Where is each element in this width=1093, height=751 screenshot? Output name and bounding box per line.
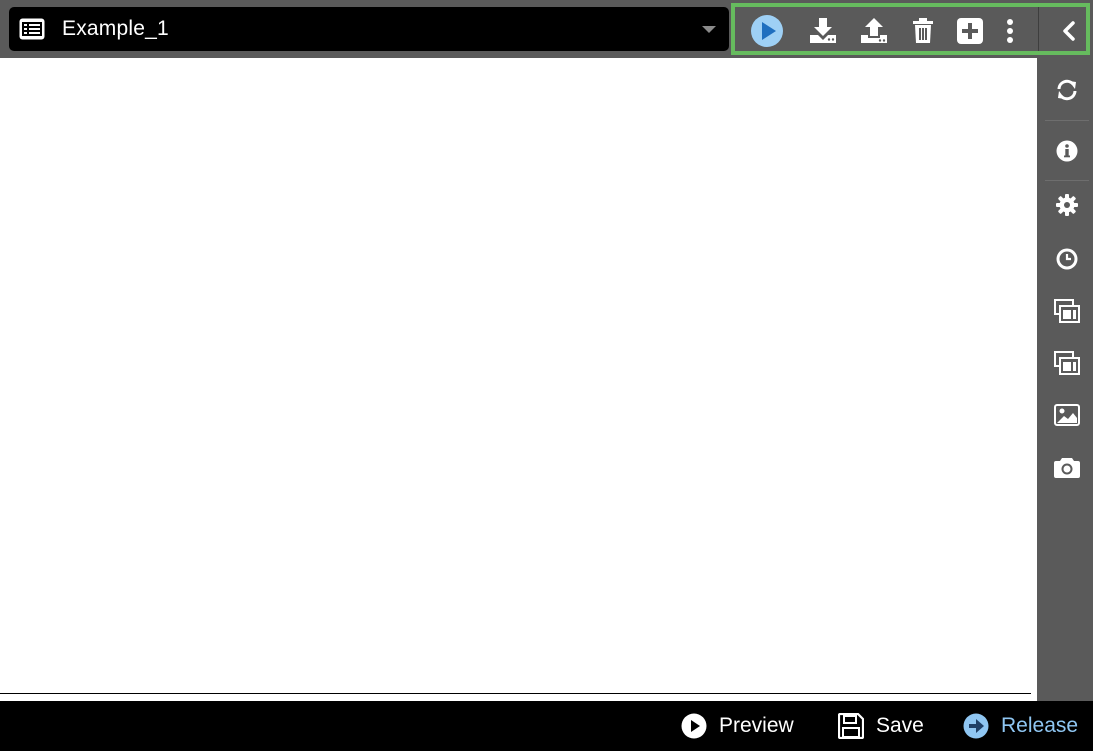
- preview-label: Preview: [719, 714, 794, 737]
- info-icon: [1056, 140, 1078, 162]
- refresh-icon: [1057, 79, 1077, 101]
- release-label: Release: [1001, 714, 1079, 737]
- action-toolbar: [731, 3, 1090, 55]
- sidebar-item-refresh[interactable]: [1045, 67, 1089, 113]
- play-circle-icon: [681, 713, 707, 739]
- clock-icon: [1056, 248, 1078, 270]
- more-button[interactable]: [992, 13, 1028, 49]
- upload-button[interactable]: [856, 13, 892, 49]
- right-sidebar: [1037, 58, 1093, 701]
- sidebar-item-history[interactable]: [1045, 236, 1089, 282]
- window-layout-icon: [1054, 351, 1080, 375]
- design-canvas[interactable]: [0, 58, 1037, 701]
- trash-icon: [913, 18, 933, 43]
- top-bar: Example_1: [0, 0, 1093, 58]
- sidebar-item-info[interactable]: [1045, 128, 1089, 174]
- upload-icon: [861, 18, 887, 43]
- sidebar-item-settings[interactable]: [1045, 182, 1089, 228]
- caret-down-icon[interactable]: [701, 25, 717, 35]
- sidebar-item-layout-2[interactable]: [1045, 340, 1089, 386]
- save-label: Save: [876, 714, 924, 737]
- arrow-right-circle-icon: [963, 713, 989, 739]
- plus-square-icon: [957, 18, 983, 44]
- sidebar-item-image[interactable]: [1045, 392, 1089, 438]
- vertical-ellipsis-icon: [1007, 19, 1013, 43]
- add-button[interactable]: [952, 13, 988, 49]
- sidebar-item-snapshot[interactable]: [1045, 444, 1089, 490]
- window-layout-icon: [1054, 299, 1080, 323]
- image-icon: [1054, 404, 1080, 426]
- save-button[interactable]: Save: [838, 701, 924, 751]
- collapse-button[interactable]: [1051, 13, 1087, 49]
- chevron-left-icon: [1063, 21, 1075, 41]
- camera-icon: [1054, 458, 1080, 478]
- list-icon: [19, 18, 45, 40]
- delete-button[interactable]: [905, 13, 941, 49]
- release-button[interactable]: Release: [963, 701, 1078, 751]
- document-title: Example_1: [62, 17, 169, 40]
- download-button[interactable]: [805, 13, 841, 49]
- gear-icon: [1056, 194, 1078, 216]
- preview-button[interactable]: Preview: [681, 701, 794, 751]
- bottom-bar: Preview Save Release: [0, 701, 1093, 751]
- sidebar-item-layout-1[interactable]: [1045, 288, 1089, 334]
- sidebar-separator: [1045, 120, 1089, 121]
- download-icon: [810, 18, 836, 43]
- document-selector[interactable]: Example_1: [9, 7, 729, 51]
- play-circle-icon: [751, 15, 783, 47]
- canvas-bottom-line: [0, 693, 1031, 694]
- floppy-disk-icon: [838, 713, 864, 739]
- play-button[interactable]: [749, 13, 785, 49]
- sidebar-separator: [1045, 180, 1089, 181]
- toolbar-divider: [1038, 7, 1039, 51]
